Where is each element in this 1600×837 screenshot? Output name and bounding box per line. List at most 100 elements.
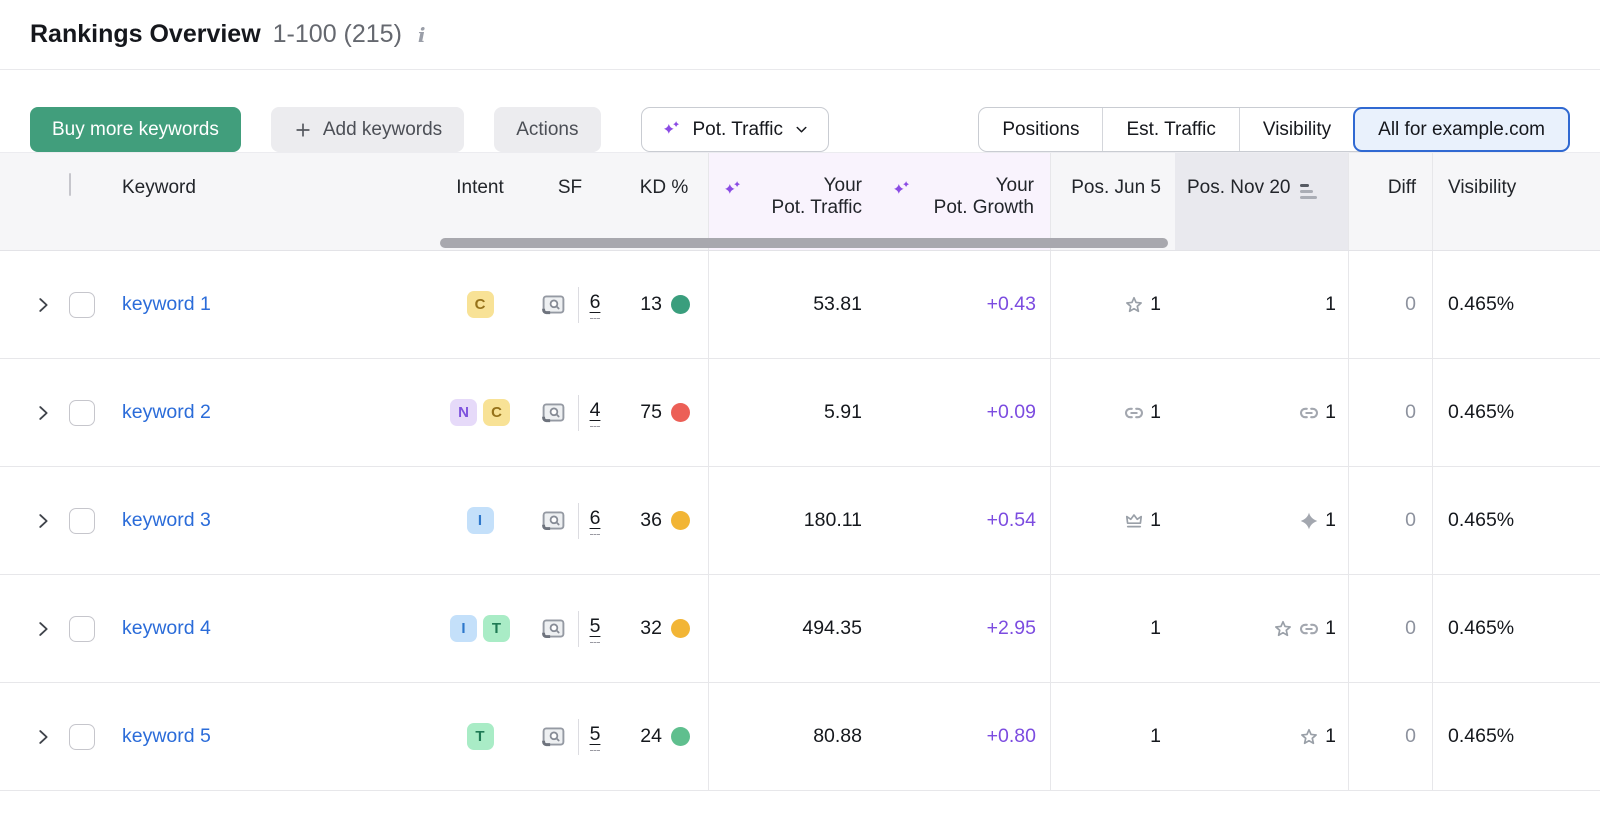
expand-chevron[interactable] [0, 251, 64, 358]
info-icon[interactable]: i [418, 23, 426, 47]
pos-jun5-cell: 1 [1050, 467, 1175, 574]
serp-features-icon[interactable] [540, 723, 567, 750]
intent-badge: T [467, 723, 494, 750]
kd-difficulty-dot [671, 511, 690, 530]
sf-count[interactable]: 6 [590, 507, 601, 535]
row-checkbox[interactable] [69, 508, 95, 534]
actions-button[interactable]: Actions [494, 107, 600, 152]
table-row: keyword 1 C 6 13 53.81 +0.43 1 1 [0, 251, 1600, 359]
col-intent[interactable]: Intent [440, 153, 520, 250]
col-sf[interactable]: SF [520, 153, 620, 250]
row-checkbox[interactable] [69, 400, 95, 426]
serp-features-icon[interactable] [540, 507, 567, 534]
pot-traffic-cell: 5.91 [708, 359, 878, 466]
sf-count[interactable]: 6 [590, 291, 601, 319]
row-checkbox[interactable] [69, 292, 95, 318]
expand-chevron[interactable] [0, 359, 64, 466]
add-keywords-button[interactable]: Add keywords [271, 107, 464, 152]
tab-est-traffic[interactable]: Est. Traffic [1102, 108, 1238, 151]
star-icon [1297, 725, 1321, 749]
keyword-link[interactable]: keyword 3 [122, 509, 211, 532]
kd-cell: 36 [620, 467, 708, 574]
table-row: keyword 2 NC 4 75 5.91 +0.09 1 1 [0, 359, 1600, 467]
link-icon [1122, 401, 1146, 425]
keyword-link[interactable]: keyword 5 [122, 725, 211, 748]
row-checkbox-cell [64, 683, 122, 790]
diff-cell: 0 [1348, 359, 1432, 466]
pot-growth-cell: +0.80 [878, 683, 1050, 790]
sf-count[interactable]: 4 [590, 399, 601, 427]
keyword-cell: keyword 2 [122, 359, 440, 466]
divider [578, 395, 579, 431]
pos-nov20-cell: 1 [1175, 251, 1348, 358]
view-tabs: Positions Est. Traffic Visibility All fo… [978, 107, 1570, 152]
keyword-link[interactable]: keyword 1 [122, 293, 211, 316]
kd-difficulty-dot [671, 295, 690, 314]
tab-all-for-example[interactable]: All for example.com [1353, 107, 1570, 152]
pos-nov20-cell: 1 [1175, 575, 1348, 682]
row-checkbox-cell [64, 359, 122, 466]
col-pot-traffic[interactable]: Your Pot. Traffic [708, 153, 878, 250]
pos-jun5-cell: 1 [1050, 683, 1175, 790]
pos-jun5-cell: 1 [1050, 251, 1175, 358]
col-pos-jun5[interactable]: Pos. Jun 5 [1050, 153, 1175, 250]
serp-features-icon[interactable] [540, 399, 567, 426]
kd-difficulty-dot [671, 619, 690, 638]
kd-difficulty-dot [671, 403, 690, 422]
results-range: 1-100 (215) [273, 20, 402, 49]
kd-cell: 13 [620, 251, 708, 358]
pos-nov20-cell: 1 [1175, 359, 1348, 466]
keyword-link[interactable]: keyword 4 [122, 617, 211, 640]
expand-chevron[interactable] [0, 575, 64, 682]
pot-growth-cell: +2.95 [878, 575, 1050, 682]
page-title: Rankings Overview [30, 20, 261, 49]
horizontal-scrollbar[interactable] [440, 238, 1168, 248]
divider [578, 503, 579, 539]
diff-cell: 0 [1348, 683, 1432, 790]
expand-chevron[interactable] [0, 467, 64, 574]
row-checkbox[interactable] [69, 616, 95, 642]
metric-dropdown-label: Pot. Traffic [693, 119, 783, 141]
page-header: Rankings Overview 1-100 (215) i [0, 0, 1600, 70]
serp-features-icon[interactable] [540, 615, 567, 642]
row-checkbox-cell [64, 467, 122, 574]
metric-dropdown[interactable]: Pot. Traffic [641, 107, 829, 152]
toolbar: Buy more keywords Add keywords Actions P… [0, 70, 1600, 152]
intent-cell: I [440, 467, 520, 574]
visibility-cell: 0.465% [1432, 251, 1600, 358]
pos-jun5-cell: 1 [1050, 575, 1175, 682]
ai-overview-icon [1297, 509, 1321, 533]
pot-traffic-cell: 80.88 [708, 683, 878, 790]
sf-cell: 5 [520, 683, 620, 790]
row-checkbox[interactable] [69, 724, 95, 750]
intent-badge: I [467, 507, 494, 534]
col-diff[interactable]: Diff [1348, 153, 1432, 250]
col-keyword[interactable]: Keyword [122, 153, 440, 250]
pos-nov20-cell: 1 [1175, 467, 1348, 574]
serp-features-icon[interactable] [540, 291, 567, 318]
featured-snippet-crown-icon [1122, 509, 1146, 533]
col-pos-nov20[interactable]: Pos. Nov 20 [1175, 153, 1348, 250]
buy-more-keywords-button[interactable]: Buy more keywords [30, 107, 241, 152]
expand-chevron[interactable] [0, 683, 64, 790]
sf-count[interactable]: 5 [590, 615, 601, 643]
kd-cell: 32 [620, 575, 708, 682]
visibility-cell: 0.465% [1432, 683, 1600, 790]
tab-visibility[interactable]: Visibility [1239, 108, 1354, 151]
visibility-cell: 0.465% [1432, 575, 1600, 682]
sf-cell: 6 [520, 251, 620, 358]
intent-badge: N [450, 399, 477, 426]
tab-positions[interactable]: Positions [979, 108, 1102, 151]
select-all-checkbox[interactable] [69, 173, 71, 196]
sf-count[interactable]: 5 [590, 723, 601, 751]
intent-cell: T [440, 683, 520, 790]
col-kd[interactable]: KD % [620, 153, 708, 250]
col-visibility[interactable]: Visibility [1432, 153, 1600, 250]
star-icon [1122, 293, 1146, 317]
intent-cell: C [440, 251, 520, 358]
col-pot-growth[interactable]: Your Pot. Growth [878, 153, 1050, 250]
kd-cell: 75 [620, 359, 708, 466]
sf-cell: 5 [520, 575, 620, 682]
pot-traffic-cell: 53.81 [708, 251, 878, 358]
keyword-link[interactable]: keyword 2 [122, 401, 211, 424]
